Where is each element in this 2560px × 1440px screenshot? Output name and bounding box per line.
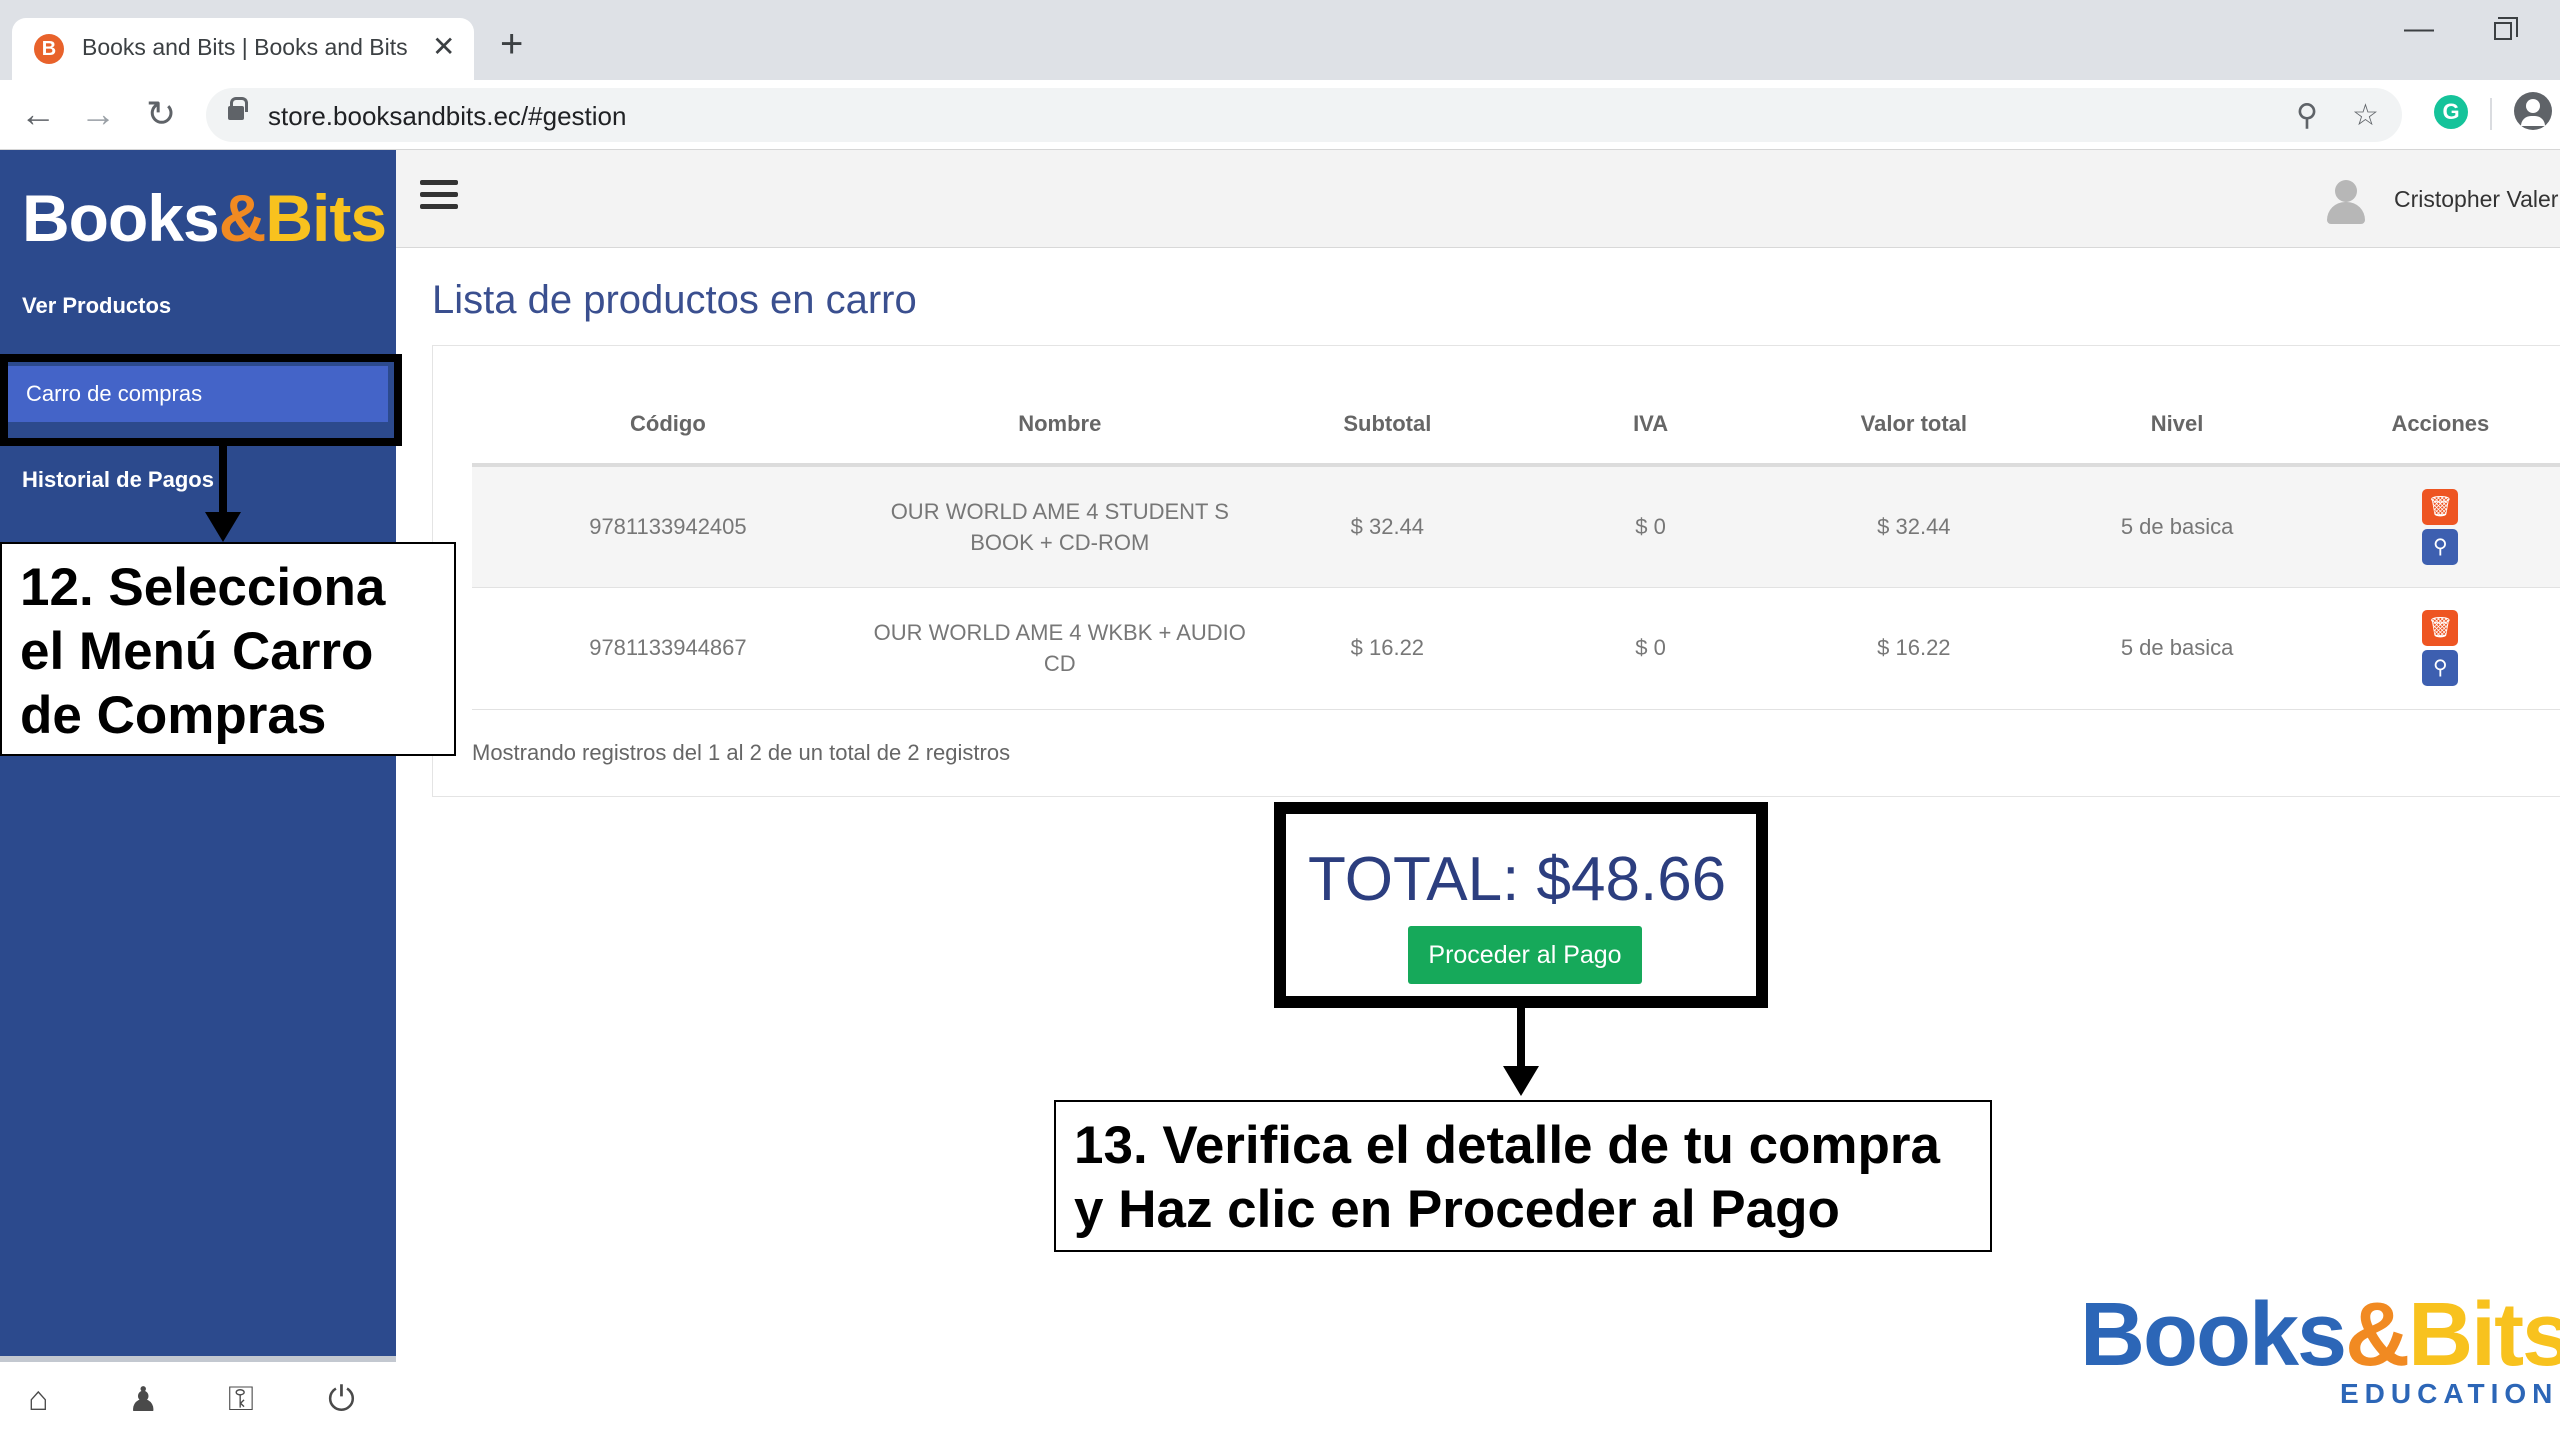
browser-tab-bar: B Books and Bits | Books and Bits ✕ + — [0,0,2560,80]
sidebar-item-ver-productos[interactable]: Ver Productos [0,278,396,334]
cell-subtotal: $ 16.22 [1255,587,1519,710]
cart-table: Código Nombre Subtotal IVA Valor total N… [472,385,2560,710]
minimize-window-icon[interactable]: — [2404,12,2434,46]
app-logo[interactable]: Books&Bits [22,180,387,256]
cell-iva: $ 0 [1518,465,1783,588]
table-header-row: Código Nombre Subtotal IVA Valor total N… [472,385,2560,467]
proceed-to-payment-button[interactable]: Proceder al Pago [1408,926,1642,984]
cell-total: $ 16.22 [1782,587,2046,710]
sidebar-highlight-box [0,354,402,446]
total-highlight-box: TOTAL: $48.66 Proceder al Pago [1274,802,1768,1008]
column-header-iva: IVA [1518,385,1783,467]
column-header-nivel: Nivel [2045,385,2309,467]
cell-subtotal: $ 32.44 [1255,465,1519,588]
cell-actions: 🗑 ⚲ [2308,587,2560,710]
records-info: Mostrando registros del 1 al 2 de un tot… [472,740,1011,765]
toolbar-separator [2490,98,2492,130]
callout-step-13: 13. Verifica el detalle de tu compra y H… [1054,1100,1992,1252]
cell-level: 5 de basica [2045,465,2309,588]
zoom-icon[interactable]: ⚲ [2296,98,2318,133]
hamburger-menu-icon[interactable] [420,180,458,212]
arrow-step13-head [1503,1066,1539,1096]
page-title: Lista de productos en carro [432,278,917,322]
total-amount: TOTAL: $48.66 [1308,845,1727,914]
new-tab-button[interactable]: + [500,24,523,64]
table-row: 9781133944867 OUR WORLD AME 4 WKBK + AUD… [472,587,2560,710]
address-bar[interactable]: store.booksandbits.ec/#gestion ⚲ ☆ [206,88,2402,142]
brand-subtitle: EDUCATION [2340,1378,2559,1409]
trash-icon[interactable]: 🗑 [2422,488,2459,525]
sidebar: Books&Bits Ver Productos Carro de compra… [0,150,396,1440]
column-header-valor-total: Valor total [1782,385,2046,467]
browser-toolbar: ← → ↻ store.booksandbits.ec/#gestion ⚲ ☆… [0,80,2560,150]
column-header-subtotal: Subtotal [1255,385,1519,467]
cell-code: 9781133942405 [472,465,864,588]
arrow-step12-line [219,446,227,522]
key-icon[interactable]: ⚿ [228,1380,254,1419]
cell-actions: 🗑 ⚲ [2308,465,2560,588]
bookmark-star-icon[interactable]: ☆ [2352,98,2379,133]
browser-tab[interactable]: B Books and Bits | Books and Bits ✕ [12,18,474,80]
table-row: 9781133942405 OUR WORLD AME 4 STUDENT S … [472,465,2560,588]
column-header-codigo: Código [472,385,864,467]
user-avatar-icon[interactable] [2324,178,2368,226]
power-icon[interactable]: ⏻ [328,1380,355,1419]
cell-iva: $ 0 [1518,587,1783,710]
cell-name: OUR WORLD AME 4 STUDENT S BOOK + CD-ROM [863,465,1256,588]
brand-logo: Books&Bits EDUCATION [2080,1285,2560,1409]
search-icon[interactable]: ⚲ [2422,650,2459,686]
user-name[interactable]: Cristopher Valer [2394,186,2558,213]
search-icon[interactable]: ⚲ [2422,528,2459,565]
callout-step-12: 12. Selecciona el Menú Carro de Compras [0,542,456,756]
column-header-nombre: Nombre [863,385,1256,467]
lock-icon [228,97,248,120]
grammarly-extension-icon[interactable]: G [2434,95,2468,129]
url-text[interactable]: store.booksandbits.ec/#gestion [268,101,626,132]
sidebar-footer: ⌂ ♟ ⚿ ⏻ [0,1356,396,1440]
user-icon[interactable]: ♟ [128,1380,158,1420]
cell-level: 5 de basica [2045,587,2309,710]
column-header-acciones: Acciones [2308,385,2560,467]
site-favicon-icon: B [34,34,64,64]
home-icon[interactable]: ⌂ [28,1380,49,1419]
cell-total: $ 32.44 [1782,465,2046,588]
cell-code: 9781133944867 [472,587,864,710]
sidebar-item-historial-de-pagos[interactable]: Historial de Pagos [0,452,396,508]
close-tab-icon[interactable]: ✕ [432,30,455,63]
tab-title: Books and Bits | Books and Bits [82,34,408,60]
profile-icon[interactable] [2514,92,2552,130]
reload-icon[interactable]: ↻ [146,92,176,136]
arrow-step12-head [205,512,241,542]
trash-icon[interactable]: 🗑 [2422,610,2459,646]
restore-window-icon[interactable] [2494,17,2518,40]
cell-name: OUR WORLD AME 4 WKBK + AUDIO CD [863,587,1256,710]
app-header: Cristopher Valer [396,150,2560,248]
forward-arrow-icon[interactable]: → [80,92,116,136]
back-arrow-icon[interactable]: ← [20,92,56,136]
arrow-step13-line [1517,1008,1525,1072]
